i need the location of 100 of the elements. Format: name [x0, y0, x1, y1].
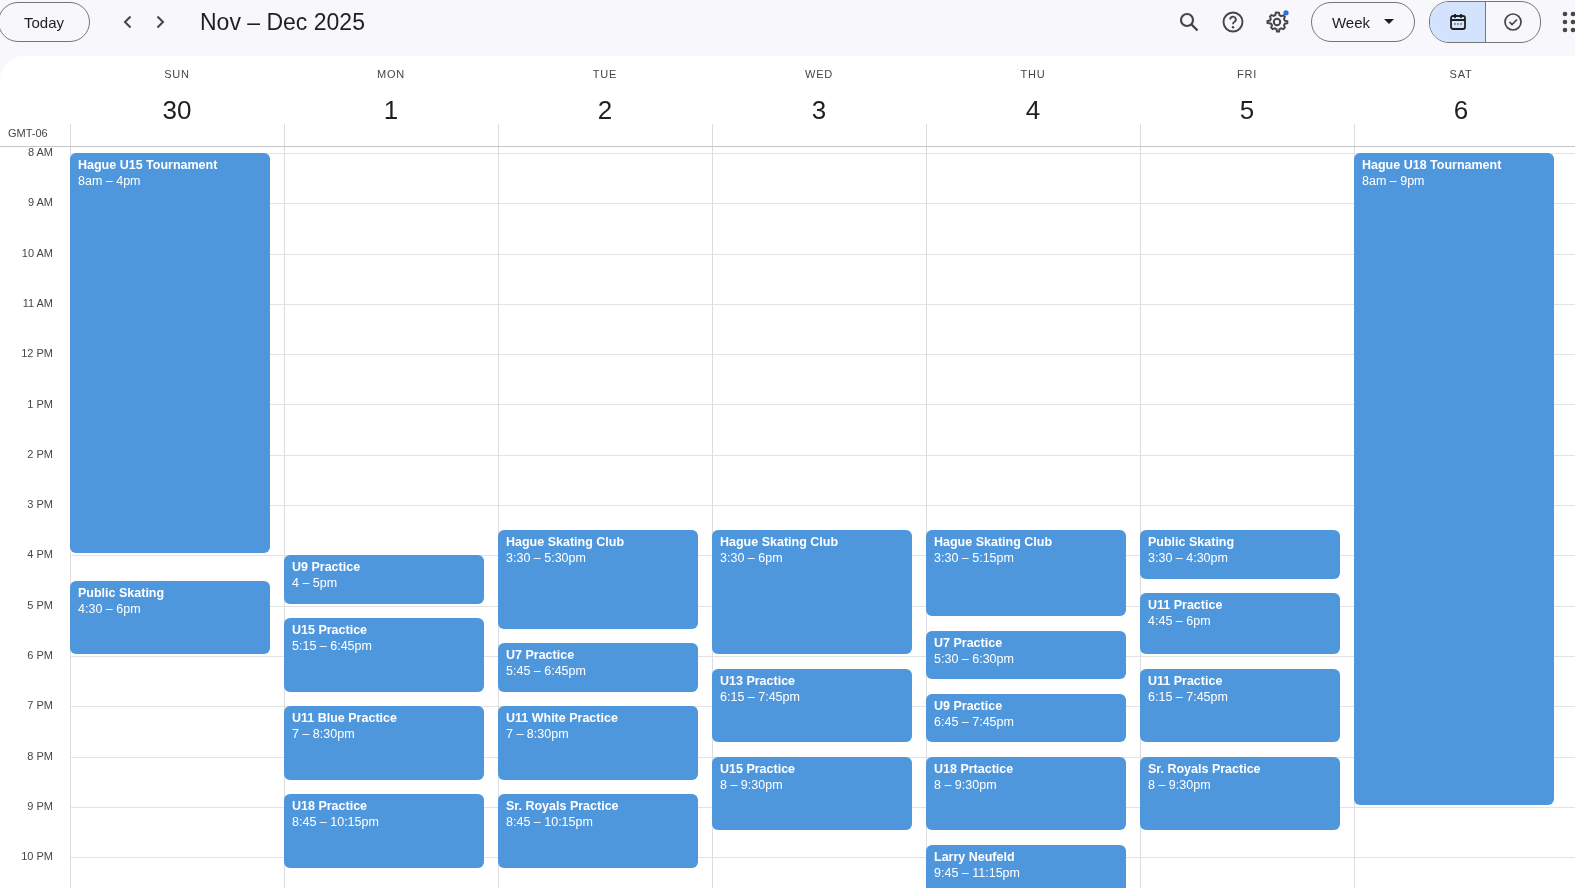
date-number[interactable]: 2	[597, 95, 613, 126]
settings-icon[interactable]	[1265, 10, 1289, 34]
hour-label: 11 AM	[22, 296, 53, 309]
event-title: U15 Practice	[720, 760, 797, 777]
event-time: 3:30 – 4:30pm	[1148, 550, 1229, 567]
event-time: 8 – 9:30pm	[720, 776, 784, 793]
check-circle-icon	[1503, 12, 1523, 32]
event-card[interactable]: U7 Practice 5:30 – 6:30pm	[926, 630, 1126, 680]
event-card[interactable]: Sr. Royals Practice 8:45 – 10:15pm	[498, 794, 698, 868]
event-title: Hague U15 Tournament	[78, 157, 219, 173]
event-time: 8:45 – 10:15pm	[292, 814, 380, 831]
hour-label: 4 PM	[27, 548, 53, 561]
event-card[interactable]: Sr. Royals Practice 8 – 9:30pm	[1140, 756, 1340, 831]
event-time: 8 – 9:30pm	[934, 776, 998, 793]
hour-label: 9 AM	[27, 196, 53, 209]
event-time: 5:45 – 6:45pm	[506, 663, 587, 680]
event-card[interactable]: U11 Blue Practice 7 – 8:30pm	[284, 706, 484, 780]
event-title: Public Skating	[78, 584, 166, 601]
event-card[interactable]: Public Skating 4:30 – 6pm	[70, 580, 270, 654]
event-title: U11 Blue Practice	[292, 710, 398, 727]
event-time: 6:15 – 7:45pm	[1148, 688, 1229, 705]
weekday-label: FRI	[1236, 68, 1258, 80]
event-title: Hague U18 Tournament	[1362, 157, 1503, 173]
event-time: 8:45 – 10:15pm	[506, 814, 594, 831]
event-time: 6:15 – 7:45pm	[720, 688, 801, 705]
event-time: 7 – 8:30pm	[506, 726, 570, 743]
calendar-view-toggle[interactable]	[1430, 2, 1485, 42]
event-card[interactable]: U13 Practice 6:15 – 7:45pm	[712, 668, 912, 742]
hour-label: 8 PM	[27, 749, 53, 762]
event-card[interactable]: U9 Practice 4 – 5pm	[284, 555, 484, 604]
weekday-label: THU	[1020, 68, 1046, 80]
event-time: 6:45 – 7:45pm	[934, 713, 1015, 730]
event-time: 4:30 – 6pm	[78, 600, 142, 617]
event-title: U7 Practice	[934, 634, 1004, 651]
event-title: U9 Practice	[292, 559, 362, 576]
event-title: Larry Neufeld	[934, 848, 1016, 865]
event-card[interactable]: U11 White Practice 7 – 8:30pm	[498, 706, 698, 780]
event-card[interactable]: Hague Skating Club 3:30 – 5:30pm	[498, 530, 698, 629]
event-card[interactable]: U9 Practice 6:45 – 7:45pm	[926, 693, 1126, 742]
timezone-label: GMT-06	[8, 127, 48, 139]
event-title: Sr. Royals Practice	[506, 798, 620, 815]
date-number[interactable]: 4	[1025, 95, 1041, 126]
event-card[interactable]: U15 Practice 5:15 – 6:45pm	[284, 618, 484, 692]
event-card[interactable]: Hague U18 Tournament 8am – 9pm	[1354, 153, 1554, 805]
event-title: Hague Skating Club	[934, 534, 1054, 551]
event-time: 3:30 – 6pm	[720, 550, 784, 567]
date-number[interactable]: 30	[162, 95, 192, 126]
event-time: 8am – 4pm	[78, 173, 142, 189]
event-card[interactable]: Hague U15 Tournament 8am – 4pm	[70, 153, 270, 554]
date-number[interactable]: 3	[811, 95, 827, 126]
event-title: Public Skating	[1148, 534, 1236, 551]
date-number[interactable]: 6	[1453, 95, 1469, 126]
event-title: U11 Practice	[1148, 597, 1224, 614]
hour-label: 7 PM	[27, 699, 53, 712]
weekday-label: MON	[376, 68, 406, 80]
event-title: U18 Practice	[292, 798, 369, 815]
event-time: 3:30 – 5:15pm	[934, 550, 1015, 567]
event-time: 3:30 – 5:30pm	[506, 550, 587, 567]
search-icon[interactable]	[1177, 10, 1201, 34]
hour-label: 6 PM	[27, 649, 53, 661]
event-time: 9:45 – 11:15pm	[934, 864, 1021, 881]
event-card[interactable]: U15 Practice 8 – 9:30pm	[712, 756, 912, 831]
weekday-label: WED	[804, 68, 834, 80]
event-title: Sr. Royals Practice	[1148, 760, 1262, 777]
event-card[interactable]: Hague Skating Club 3:30 – 6pm	[712, 530, 912, 654]
date-number[interactable]: 1	[383, 95, 399, 126]
event-card[interactable]: Public Skating 3:30 – 4:30pm	[1140, 530, 1340, 579]
event-title: U7 Practice	[506, 647, 576, 664]
hour-label: 8 AM	[27, 147, 53, 158]
event-card[interactable]: U18 Prtactice 8 – 9:30pm	[926, 756, 1126, 831]
event-title: U9 Practice	[934, 697, 1004, 714]
event-title: U11 Practice	[1148, 672, 1224, 689]
event-card[interactable]: Larry Neufeld 9:45 – 11:15pm	[926, 844, 1126, 888]
help-icon[interactable]	[1221, 10, 1245, 34]
hour-label: 1 PM	[27, 397, 53, 410]
event-title: U13 Practice	[720, 672, 797, 689]
event-time: 8am – 9pm	[1362, 173, 1426, 189]
hour-label: 2 PM	[27, 447, 53, 460]
event-title: U15 Practice	[292, 622, 369, 639]
event-title: Hague Skating Club	[506, 534, 626, 551]
hour-label: 9 PM	[27, 799, 53, 812]
event-card[interactable]: U11 Practice 6:15 – 7:45pm	[1140, 668, 1340, 742]
event-time: 7 – 8:30pm	[292, 726, 356, 743]
hour-label: 5 PM	[27, 598, 53, 611]
caret-icon	[1384, 19, 1395, 25]
hour-label: 12 PM	[21, 347, 53, 360]
hour-label: 3 PM	[27, 498, 53, 511]
date-number[interactable]: 5	[1239, 95, 1255, 126]
event-card[interactable]: U7 Practice 5:45 – 6:45pm	[498, 643, 698, 692]
event-card[interactable]: U18 Practice 8:45 – 10:15pm	[284, 794, 484, 868]
hour-label: 10 PM	[21, 850, 53, 863]
event-title: U18 Prtactice	[934, 760, 1015, 777]
hour-label: 10 AM	[21, 246, 53, 259]
event-title: U11 White Practice	[506, 710, 619, 727]
weekday-label: SAT	[1449, 68, 1473, 80]
event-time: 5:30 – 6:30pm	[934, 650, 1015, 667]
event-time: 4:45 – 6pm	[1148, 613, 1212, 630]
event-card[interactable]: U11 Practice 4:45 – 6pm	[1140, 593, 1340, 654]
event-card[interactable]: Hague Skating Club 3:30 – 5:15pm	[926, 530, 1126, 617]
calendar-icon	[1447, 12, 1468, 32]
